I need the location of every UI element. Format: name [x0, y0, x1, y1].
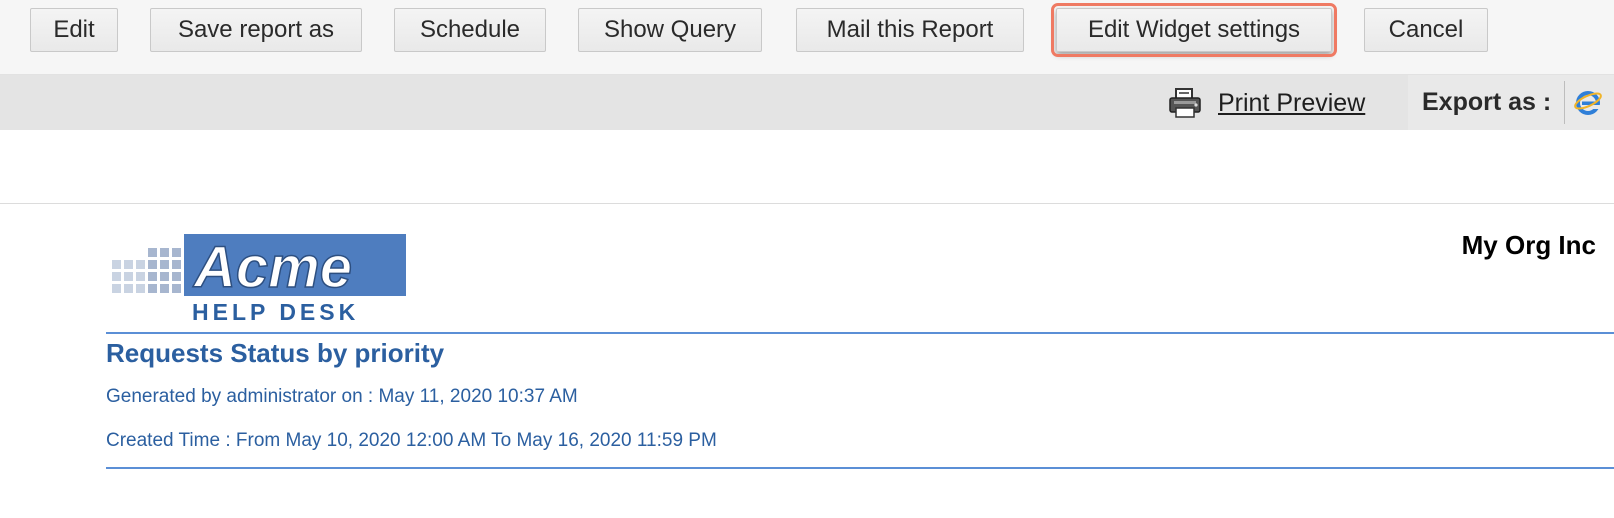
show-query-button[interactable]: Show Query [578, 8, 762, 52]
edit-widget-settings-button[interactable]: Edit Widget settings [1051, 3, 1337, 57]
report-title: Requests Status by priority [106, 338, 445, 368]
acme-help-desk-logo: Acme HELP DESK [112, 234, 406, 324]
header-rule-top [106, 332, 1614, 334]
export-group: Export as : [1408, 75, 1614, 130]
save-report-as-button[interactable]: Save report as [150, 8, 362, 52]
export-label: Export as : [1422, 88, 1552, 116]
organization-name: My Org Inc [1461, 230, 1596, 260]
section-separator [0, 203, 1614, 204]
edit-button[interactable]: Edit [30, 8, 118, 52]
report-actions-bar: Print Preview Export as : [0, 75, 1614, 130]
logo-brand-text: Acme [192, 235, 352, 300]
printer-icon[interactable] [1168, 87, 1202, 119]
schedule-button[interactable]: Schedule [394, 8, 546, 52]
created-time-text: Created Time : From May 10, 2020 12:00 A… [106, 430, 717, 451]
header-rule-bottom [106, 467, 1614, 469]
cancel-button[interactable]: Cancel [1364, 8, 1488, 52]
internet-explorer-icon[interactable] [1573, 87, 1603, 117]
print-preview-group: Print Preview [1168, 87, 1365, 119]
print-preview-link[interactable]: Print Preview [1218, 89, 1365, 118]
export-divider [1564, 81, 1565, 124]
generated-by-text: Generated by administrator on : May 11, … [106, 386, 578, 407]
logo-tagline-text: HELP DESK [192, 299, 359, 324]
report-toolbar: Edit Save report as Schedule Show Query … [0, 0, 1614, 75]
mail-this-report-button[interactable]: Mail this Report [796, 8, 1024, 52]
